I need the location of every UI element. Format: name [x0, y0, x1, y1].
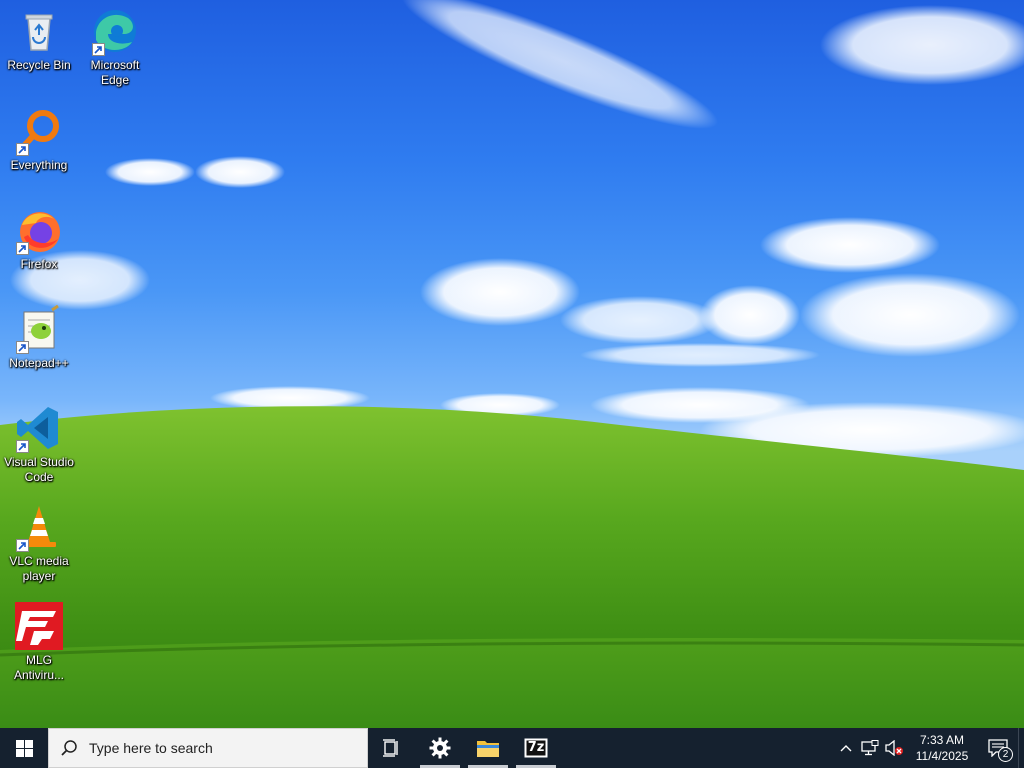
desktop-icon-label: Visual Studio Code	[4, 455, 74, 484]
vlc-icon	[14, 502, 64, 552]
shortcut-arrow-icon	[16, 341, 29, 354]
desktop-icon-vscode[interactable]: Visual Studio Code	[2, 397, 76, 489]
search-box[interactable]: Type here to search	[48, 728, 368, 768]
desktop-icon-label: VLC media player	[9, 554, 69, 583]
shortcut-arrow-icon	[16, 539, 29, 552]
desktop-icon-recycle-bin[interactable]: Recycle Bin	[2, 0, 76, 92]
folder-icon	[477, 741, 499, 757]
search-icon	[49, 739, 89, 757]
desktop[interactable]: Recycle Bin Microsoft Edge Everything Fi…	[0, 0, 1024, 728]
everything-icon	[14, 106, 64, 156]
shortcut-arrow-icon	[16, 143, 29, 156]
desktop-icon-label: MLG Antiviru...	[13, 653, 64, 682]
speaker-muted-icon	[885, 740, 903, 756]
desktop-icon-everything[interactable]: Everything	[2, 100, 76, 192]
desktop-icon-notepadpp[interactable]: Notepad++	[2, 298, 76, 390]
clock[interactable]: 7:33 AM 11/4/2025	[906, 732, 978, 764]
desktop-icon-vlc[interactable]: VLC media player	[2, 496, 76, 588]
gear-icon	[429, 737, 451, 759]
desktop-icon-microsoft-edge[interactable]: Microsoft Edge	[78, 0, 152, 92]
notification-count-badge: 2	[998, 747, 1013, 762]
7zip-label: 7z	[527, 740, 545, 755]
volume-button[interactable]	[882, 728, 906, 768]
desktop-icon-label: Notepad++	[9, 356, 69, 370]
edge-icon	[90, 6, 140, 56]
windows-logo-icon	[15, 739, 33, 757]
desktop-icon-label: Recycle Bin	[7, 58, 71, 72]
task-view-button[interactable]	[368, 728, 416, 768]
desktop-icon-label: Microsoft Edge	[90, 58, 140, 87]
desktop-icon-mlg-antivirus[interactable]: MLG Antiviru...	[2, 595, 76, 687]
notepadpp-icon	[14, 304, 64, 354]
desktop-icon-label: Everything	[10, 158, 68, 172]
show-desktop-button[interactable]	[1018, 728, 1024, 768]
taskbar: Type here to search 7z 7:33 AM 11/4/2025…	[0, 728, 1024, 768]
shortcut-arrow-icon	[16, 440, 29, 453]
desktop-icon-firefox[interactable]: Firefox	[2, 199, 76, 291]
7zip-taskbar-button[interactable]: 7z	[512, 728, 560, 768]
mlg-antivirus-icon	[14, 601, 64, 651]
search-placeholder: Type here to search	[89, 740, 213, 756]
shortcut-arrow-icon	[16, 242, 29, 255]
wallpaper	[0, 0, 1024, 728]
firefox-icon	[14, 205, 64, 255]
clock-time: 7:33 AM	[919, 733, 965, 747]
action-center-button[interactable]: 2	[978, 728, 1018, 768]
clock-date: 11/4/2025	[915, 749, 969, 763]
show-hidden-icons-button[interactable]	[834, 728, 858, 768]
task-view-icon	[383, 739, 398, 757]
system-tray: 7:33 AM 11/4/2025 2	[834, 728, 1024, 768]
desktop-icon-label: Firefox	[20, 257, 58, 271]
network-icon	[861, 740, 879, 756]
start-button[interactable]	[0, 728, 48, 768]
network-button[interactable]	[858, 728, 882, 768]
settings-taskbar-button[interactable]	[416, 728, 464, 768]
file-explorer-taskbar-button[interactable]	[464, 728, 512, 768]
shortcut-arrow-icon	[92, 43, 105, 56]
chevron-up-icon	[840, 745, 852, 752]
recycle-bin-icon	[14, 6, 64, 56]
vscode-icon	[14, 403, 64, 453]
